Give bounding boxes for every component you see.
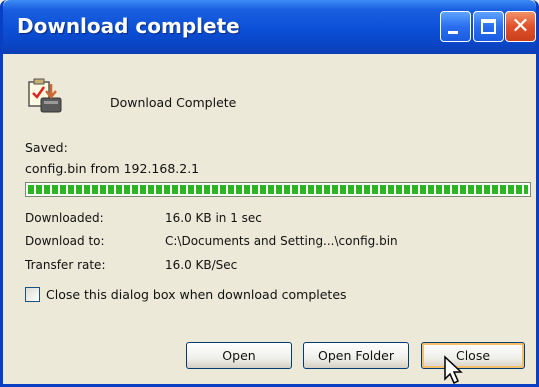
download-to-value: C:\Documents and Setting...\config.bin bbox=[165, 234, 398, 248]
maximize-button[interactable] bbox=[473, 11, 504, 42]
maximize-icon bbox=[481, 19, 496, 34]
close-when-complete-label[interactable]: Close this dialog box when download comp… bbox=[46, 287, 347, 302]
close-icon: ✕ bbox=[511, 14, 530, 39]
download-complete-dialog: Download complete ✕ Download Complete Sa… bbox=[0, 0, 539, 387]
saved-label: Saved: bbox=[25, 140, 68, 155]
open-button[interactable]: Open bbox=[186, 342, 292, 369]
minimize-icon bbox=[448, 31, 458, 34]
mouse-pointer-icon bbox=[444, 355, 463, 384]
title-bar[interactable]: Download complete ✕ bbox=[3, 0, 536, 54]
close-when-complete-checkbox[interactable] bbox=[25, 287, 40, 302]
open-folder-button[interactable]: Open Folder bbox=[303, 342, 409, 369]
close-button[interactable]: Close bbox=[421, 342, 525, 369]
window-title: Download complete bbox=[17, 14, 240, 38]
document-download-icon bbox=[28, 78, 62, 113]
close-when-complete-option[interactable]: Close this dialog box when download comp… bbox=[25, 287, 445, 305]
minimize-button[interactable] bbox=[440, 11, 471, 42]
saved-file-source: config.bin from 192.168.2.1 bbox=[25, 161, 200, 176]
transfer-rate-value: 16.0 KB/Sec bbox=[165, 258, 238, 272]
downloaded-value: 16.0 KB in 1 sec bbox=[165, 211, 262, 225]
download-progress-bar bbox=[25, 182, 531, 197]
transfer-rate-label: Transfer rate: bbox=[25, 258, 106, 272]
close-window-button[interactable]: ✕ bbox=[505, 11, 536, 42]
download-to-label: Download to: bbox=[25, 234, 105, 248]
dialog-body: Download Complete Saved: config.bin from… bbox=[3, 54, 536, 384]
download-complete-heading: Download Complete bbox=[110, 95, 237, 110]
progress-fill bbox=[28, 185, 528, 194]
downloaded-label: Downloaded: bbox=[25, 211, 104, 225]
